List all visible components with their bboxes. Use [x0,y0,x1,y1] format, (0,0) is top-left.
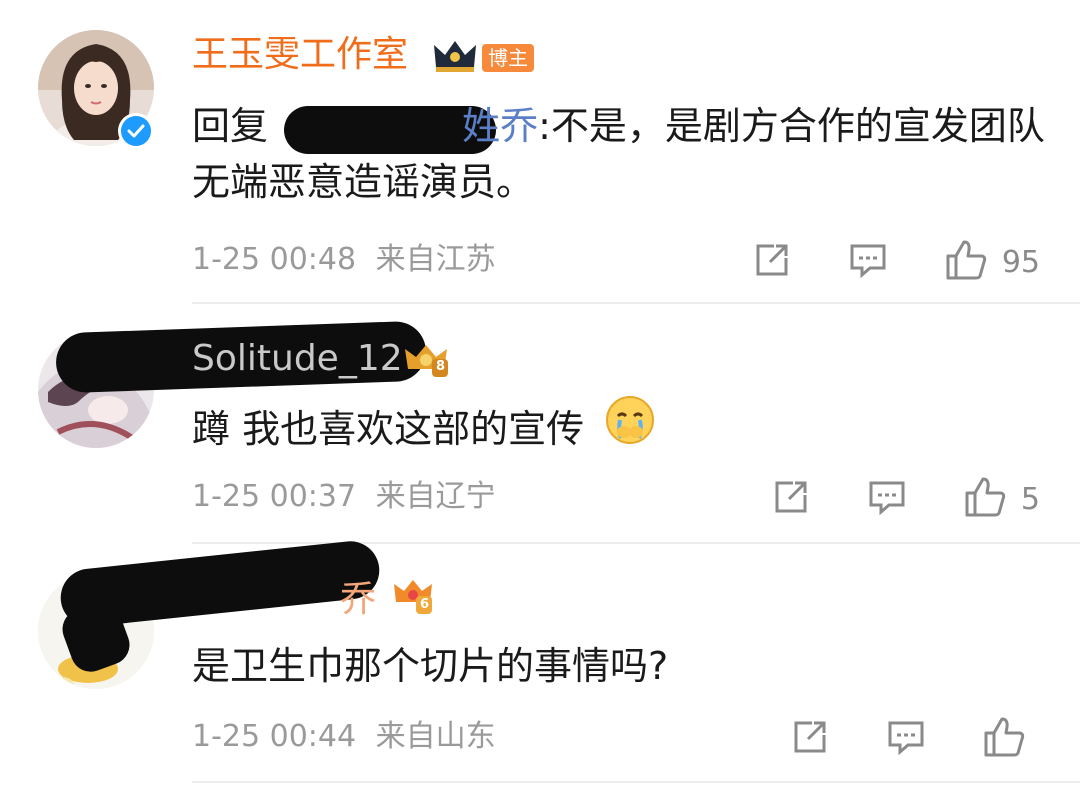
comment-item: 乔 6 是卫生巾那个切片的事情吗? 1-25 00:44 来自山东 [0,538,1080,799]
author-name[interactable]: 王玉雯工作室 [192,33,408,77]
badge-group: 8 [402,341,450,383]
like-icon [963,475,1007,523]
like-button[interactable]: 5 [963,475,1040,523]
like-count: 5 [1020,481,1040,517]
comment-text: 是卫生巾那个切片的事情吗? [192,638,1052,694]
comment-item: 王玉雯工作室 博主 回复 姓乔 :不是，是剧方合作的宣发团队无端恶意造谣演员。 … [0,0,1080,305]
comment-text: 蹲 我也喜欢这部的宣传 [192,396,1052,461]
action-bar: 5 [771,475,1040,523]
mention-link[interactable]: 姓乔 [280,98,538,154]
timestamp: 1-25 00:48 [192,242,357,277]
badge-group: 博主 [432,37,534,79]
comment-item: Solitude_12 8 蹲 我也喜欢这部的宣传 1-25 00:37 来自辽… [0,305,1080,545]
comment-icon [886,717,926,761]
share-icon [752,240,792,284]
share-icon [771,477,811,521]
reply-prefix: 回复 [192,104,269,148]
verified-icon [118,113,154,149]
comment-meta: 1-25 00:48 来自江苏 [192,240,496,280]
divider [192,781,1080,783]
comment-icon [848,240,888,284]
action-bar [790,715,1040,763]
comment-text: 回复 姓乔 :不是，是剧方合作的宣发团队无端恶意造谣演员。 [192,98,1052,210]
author-name[interactable]: Solitude_12 [192,337,403,381]
share-button[interactable] [771,477,811,521]
timestamp: 1-25 00:37 [192,479,357,514]
comment-button[interactable] [886,717,926,761]
comment-meta: 1-25 00:37 来自辽宁 [192,477,496,517]
comment-icon [867,477,907,521]
comment-body: 蹲 我也喜欢这部的宣传 [192,407,585,451]
level-badge: 6 [420,597,430,612]
like-icon [944,238,988,286]
like-button[interactable]: 95 [944,238,1040,286]
comment-button[interactable] [867,477,907,521]
mention-text: 姓乔 [462,104,539,148]
action-bar: 95 [752,238,1040,286]
location: 来自辽宁 [375,479,496,514]
crown-icon [432,37,478,79]
badge-group: 6 [392,578,434,622]
share-button[interactable] [752,240,792,284]
crying-emoji-icon [604,394,656,461]
like-icon [982,715,1026,763]
like-count: 95 [1001,244,1040,280]
host-badge: 博主 [482,44,534,72]
comment-body: 是卫生巾那个切片的事情吗? [192,644,669,688]
share-button[interactable] [790,717,830,761]
divider [192,302,1080,304]
level-badge: 8 [436,359,446,374]
share-icon [790,717,830,761]
comment-button[interactable] [848,240,888,284]
location: 来自江苏 [375,242,496,277]
timestamp: 1-25 00:44 [192,719,357,754]
location: 来自山东 [375,719,496,754]
comment-meta: 1-25 00:44 来自山东 [192,717,496,757]
author-name[interactable]: 乔 [340,578,376,622]
like-button[interactable] [982,715,1040,763]
